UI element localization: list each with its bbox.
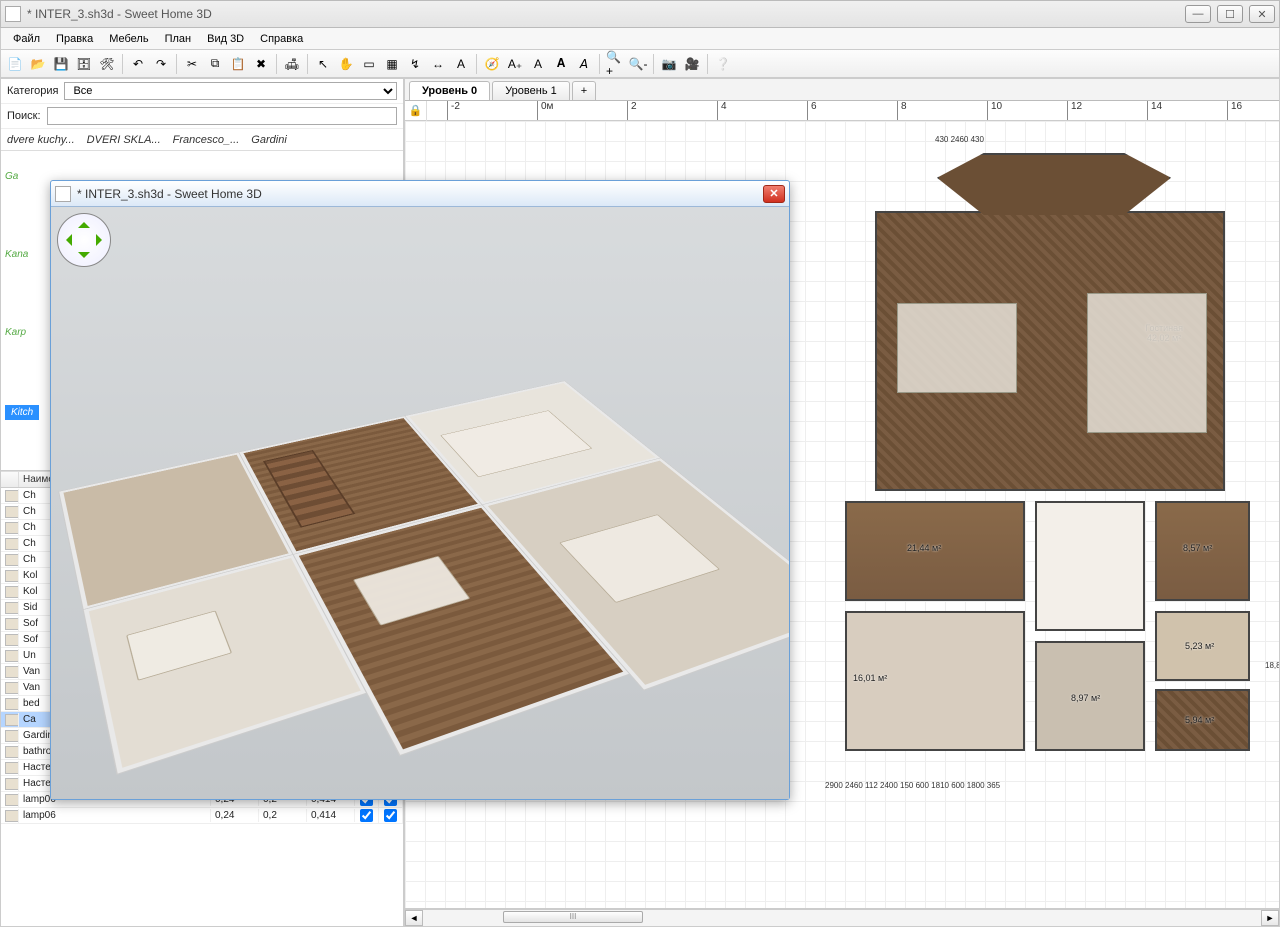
undo-icon[interactable]: ↶ (128, 54, 148, 74)
room-b[interactable] (1035, 501, 1145, 631)
menu-Правка[interactable]: Правка (48, 31, 101, 47)
ruler-tick: 6 (807, 101, 817, 120)
window-titlebar: * INTER_3.sh3d - Sweet Home 3D — ☐ ✕ (0, 0, 1280, 28)
3d-window-title: * INTER_3.sh3d - Sweet Home 3D (77, 187, 763, 201)
delete-icon[interactable]: ✖ (251, 54, 271, 74)
level-tab[interactable]: Уровень 0 (409, 81, 490, 100)
horizontal-scrollbar[interactable]: ◄ III ► (404, 909, 1280, 927)
polyline-tool-icon[interactable]: ↯ (405, 54, 425, 74)
save-icon[interactable]: 💾 (51, 54, 71, 74)
catalog-category[interactable]: dvere kuchy... (7, 134, 75, 146)
maximize-button[interactable]: ☐ (1217, 5, 1243, 23)
ruler-tick: 2 (627, 101, 637, 120)
room-d[interactable]: 16,01 м² (845, 611, 1025, 751)
zoom-out-icon[interactable]: 🔍- (628, 54, 648, 74)
text-add-icon[interactable]: A₊ (505, 54, 525, 74)
3d-window-icon (55, 186, 71, 202)
video-icon[interactable]: 🎥 (682, 54, 702, 74)
menu-План[interactable]: План (157, 31, 200, 47)
3d-window-titlebar[interactable]: * INTER_3.sh3d - Sweet Home 3D ✕ (51, 181, 789, 207)
3d-window-close-button[interactable]: ✕ (763, 185, 785, 203)
copy-icon[interactable]: ⧉ (205, 54, 225, 74)
search-label: Поиск: (7, 110, 41, 122)
catalog-category-strip[interactable]: dvere kuchy... DVERI SKLA... Francesco_...… (1, 129, 403, 151)
catalog-category[interactable]: DVERI SKLA... (87, 134, 161, 146)
scroll-track[interactable]: III (423, 910, 1261, 926)
catalog-item[interactable]: Karp (5, 327, 26, 338)
room-c[interactable]: 8,57 м² (1155, 501, 1250, 601)
3d-viewport[interactable] (51, 207, 789, 799)
horizontal-ruler: 🔒 -2 0м 2 4 6 8 10 12 14 16 (405, 101, 1279, 121)
text-tool-icon[interactable]: A (451, 54, 471, 74)
ruler-tick: 14 (1147, 101, 1162, 120)
bold-icon[interactable]: 𝐀 (551, 54, 571, 74)
select-tool-icon[interactable]: ↖ (313, 54, 333, 74)
compass-icon[interactable]: 🧭 (482, 54, 502, 74)
zoom-in-icon[interactable]: 🔍+ (605, 54, 625, 74)
dimension-tool-icon[interactable]: ↔ (428, 54, 448, 74)
search-input[interactable] (47, 107, 397, 125)
menu-Файл[interactable]: Файл (5, 31, 48, 47)
ruler-tick: 10 (987, 101, 1002, 120)
catalog-item[interactable]: Kitch (5, 405, 39, 420)
ruler-tick: 16 (1227, 101, 1242, 120)
category-label: Категория (7, 85, 58, 97)
catalog-category[interactable]: Francesco_... (173, 134, 240, 146)
level-tab[interactable]: Уровень 1 (492, 81, 570, 100)
menu-Вид 3D[interactable]: Вид 3D (199, 31, 252, 47)
save-as-icon[interactable]: 🗄 (74, 54, 94, 74)
redo-icon[interactable]: ↷ (151, 54, 171, 74)
text-style-icon[interactable]: A (528, 54, 548, 74)
room-tool-icon[interactable]: ▦ (382, 54, 402, 74)
menu-Мебель[interactable]: Мебель (101, 31, 156, 47)
wall-tool-icon[interactable]: ▭ (359, 54, 379, 74)
room-g[interactable]: 5,94 м² (1155, 689, 1250, 751)
open-icon[interactable]: 📂 (28, 54, 48, 74)
category-select[interactable]: Все (64, 82, 397, 100)
ruler-tick: -2 (447, 101, 460, 120)
close-button[interactable]: ✕ (1249, 5, 1275, 23)
main-toolbar: 📄📂💾🗄🛠↶↷✂⧉📋✖🛋↖✋▭▦↯↔A🧭A₊A𝐀𝘈🔍+🔍-📷🎥❔ (0, 50, 1280, 78)
add-furniture-icon[interactable]: 🛋 (282, 54, 302, 74)
room-a[interactable]: 21,44 м² (845, 501, 1025, 601)
ruler-tick: 0м (537, 101, 553, 120)
scroll-left-button[interactable]: ◄ (405, 910, 423, 926)
paste-icon[interactable]: 📋 (228, 54, 248, 74)
extra-checkbox[interactable] (384, 809, 397, 822)
room-e[interactable]: 8,97 м² (1035, 641, 1145, 751)
prefs-icon[interactable]: 🛠 (97, 54, 117, 74)
3d-nav-compass[interactable] (57, 213, 111, 267)
ruler-tick: 4 (717, 101, 727, 120)
italic-icon[interactable]: 𝘈 (574, 54, 594, 74)
scroll-thumb[interactable]: III (503, 911, 643, 923)
catalog-item[interactable]: Kana (5, 249, 28, 260)
ruler-tick: 12 (1067, 101, 1082, 120)
room-f[interactable]: 5,23 м² (1155, 611, 1250, 681)
3d-view-window[interactable]: * INTER_3.sh3d - Sweet Home 3D ✕ (50, 180, 790, 800)
scroll-right-button[interactable]: ► (1261, 910, 1279, 926)
menu-Справка[interactable]: Справка (252, 31, 311, 47)
lock-icon[interactable]: 🔒 (405, 101, 427, 121)
catalog-category[interactable]: Gardini (251, 134, 286, 146)
cut-icon[interactable]: ✂ (182, 54, 202, 74)
photo-icon[interactable]: 📷 (659, 54, 679, 74)
floorplan[interactable]: Гостиная 42,02 м² 21,44 м² 8,57 м² 16,01… (785, 141, 1265, 821)
window-title: * INTER_3.sh3d - Sweet Home 3D (27, 7, 1185, 21)
help-icon[interactable]: ❔ (713, 54, 733, 74)
ruler-tick: 8 (897, 101, 907, 120)
visible-checkbox[interactable] (360, 809, 373, 822)
pan-tool-icon[interactable]: ✋ (336, 54, 356, 74)
table-row[interactable]: lamp060,240,20,414 (1, 808, 403, 824)
menu-bar: ФайлПравкаМебельПланВид 3DСправка (0, 28, 1280, 50)
room-gostinaya[interactable]: Гостиная 42,02 м² (875, 211, 1225, 491)
catalog-item[interactable]: Ga (5, 171, 18, 182)
app-icon (5, 6, 21, 22)
level-tabs: Уровень 0Уровень 1+ (405, 79, 1279, 101)
new-file-icon[interactable]: 📄 (5, 54, 25, 74)
add-level-button[interactable]: + (572, 81, 596, 100)
minimize-button[interactable]: — (1185, 5, 1211, 23)
